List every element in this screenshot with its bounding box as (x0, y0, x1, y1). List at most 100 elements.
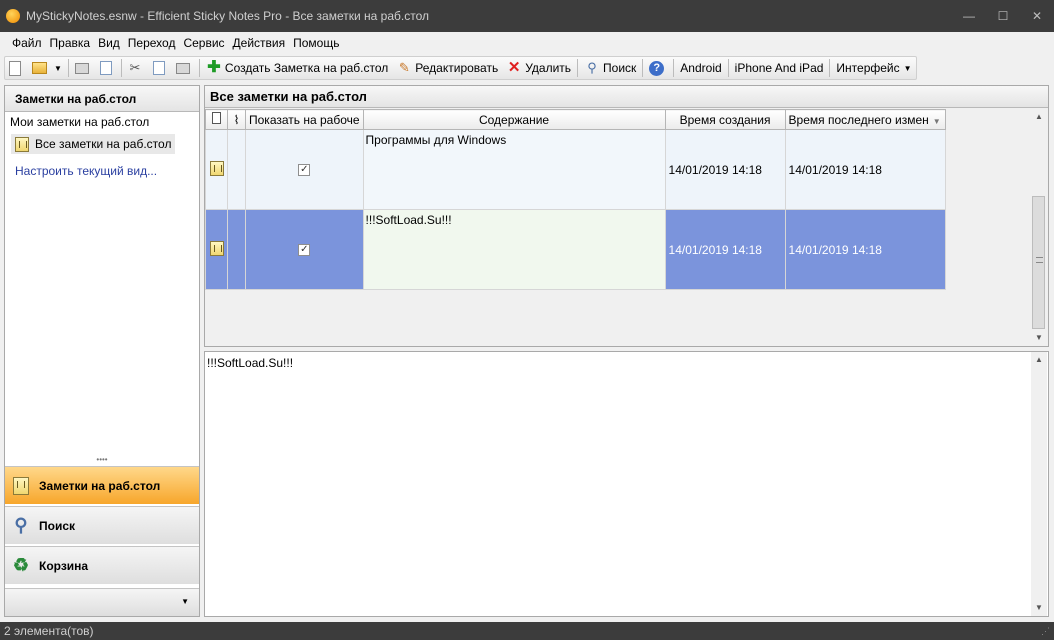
print-preview-icon (99, 61, 112, 75)
menu-file[interactable]: Файл (8, 36, 46, 50)
toolbar-separator (577, 59, 579, 77)
column-header-content[interactable]: Содержание (362, 109, 666, 130)
table-row[interactable]: ✓ Программы для Windows 14/01/2019 14:18… (205, 129, 946, 210)
window-title: MyStickyNotes.esnw - Efficient Sticky No… (26, 9, 429, 23)
grid-vertical-scrollbar[interactable]: ▲ ▼ (1031, 109, 1047, 346)
paste-icon (175, 62, 190, 74)
show-desktop-checkbox[interactable]: ✓ (298, 163, 311, 176)
new-button[interactable] (5, 57, 28, 79)
menu-go[interactable]: Переход (124, 36, 180, 50)
attachment-cell (227, 209, 246, 290)
chevron-down-icon: ▼ (181, 597, 189, 606)
paste-button[interactable] (172, 57, 197, 79)
nav-overflow-bar[interactable]: ▼ (5, 588, 199, 616)
menu-service[interactable]: Сервис (179, 36, 228, 50)
scroll-up-icon[interactable]: ▲ (1031, 109, 1047, 125)
sticky-note-icon (209, 240, 224, 256)
note-preview-panel[interactable]: !!!SoftLoad.Su!!! ▲ ▼ (204, 351, 1049, 617)
column-header-type[interactable] (205, 109, 228, 130)
column-header-modified[interactable]: Время последнего измен ▼ (784, 109, 946, 130)
notes-table: ⌇ Показать на рабоче Содержание Время со… (205, 109, 946, 290)
interface-dropdown[interactable]: Интерфейс ▼ (832, 57, 915, 79)
create-note-label: Создать Заметка на раб.стол (224, 61, 389, 75)
nav-recycle-bin[interactable]: ♻ Корзина (5, 546, 199, 584)
scissors-icon: ✂ (129, 60, 141, 75)
maximize-button[interactable]: ☐ (986, 0, 1020, 32)
scroll-thumb[interactable] (1032, 196, 1045, 329)
resize-grip-icon[interactable]: ⋰ (1041, 626, 1050, 637)
toolbar-separator (727, 59, 729, 77)
preview-vertical-scrollbar[interactable]: ▲ ▼ (1031, 352, 1047, 616)
modified-cell: 14/01/2019 14:18 (784, 209, 946, 290)
nav-desktop-notes[interactable]: Заметки на раб.стол (5, 466, 199, 504)
delete-button[interactable]: ✕ Удалить (502, 57, 575, 79)
menu-help[interactable]: Помощь (289, 36, 343, 50)
sort-descending-icon: ▼ (932, 116, 941, 126)
delete-icon: ✕ (507, 59, 521, 76)
column-header-attachment[interactable]: ⌇ (227, 109, 246, 130)
column-header-created[interactable]: Время создания (664, 109, 786, 130)
open-button[interactable]: ▼ (28, 57, 66, 79)
panel-splitter[interactable]: •••• (5, 456, 199, 464)
table-row-selected[interactable]: ✓ !!!SoftLoad.Su!!! 14/01/2019 14:18 14/… (205, 209, 946, 290)
attachment-cell (227, 129, 246, 210)
nav-search[interactable]: ⚲ Поиск (5, 506, 199, 544)
item-count: 2 элемента(тов) (4, 624, 94, 638)
new-document-icon (9, 60, 21, 76)
toolbar: ▼ ✂ ✚ Создать Заметка на раб.стол ✎ Реда… (0, 55, 1054, 81)
window-controls: — ☐ ✕ (952, 0, 1054, 32)
sticky-note-icon (209, 160, 224, 176)
iphone-button[interactable]: iPhone And iPad (731, 57, 828, 79)
toolbar-separator (829, 59, 831, 77)
menu-edit[interactable]: Правка (46, 36, 95, 50)
note-type-cell (205, 209, 228, 290)
chevron-down-icon: ▼ (903, 63, 912, 73)
search-button[interactable]: ⚲ Поиск (580, 57, 640, 79)
android-button[interactable]: Android (676, 57, 725, 79)
copy-button[interactable] (149, 57, 172, 79)
print-button[interactable] (71, 57, 96, 79)
navigation-panel: Заметки на раб.стол Мои заметки на раб.с… (4, 85, 200, 617)
edit-label: Редактировать (415, 61, 499, 75)
menu-bar: Файл Правка Вид Переход Сервис Действия … (0, 32, 1054, 54)
all-notes-item[interactable]: Все заметки на раб.стол (11, 134, 176, 154)
cut-button[interactable]: ✂ (124, 57, 149, 79)
edit-button[interactable]: ✎ Редактировать (392, 57, 502, 79)
recycle-bin-icon: ♻ (12, 555, 30, 575)
search-icon: ⚲ (587, 60, 597, 75)
my-notes-group[interactable]: Мои заметки на раб.стол (5, 112, 199, 132)
notes-icon (11, 476, 31, 496)
nav-search-label: Поиск (39, 518, 76, 533)
scroll-down-icon[interactable]: ▼ (1031, 330, 1047, 346)
create-note-button[interactable]: ✚ Создать Заметка на раб.стол (202, 57, 392, 79)
sticky-note-icon (15, 136, 29, 152)
toolbar-group: ▼ ✂ ✚ Создать Заметка на раб.стол ✎ Реда… (4, 56, 917, 80)
show-desktop-checkbox[interactable]: ✓ (298, 243, 311, 256)
print-preview-button[interactable] (96, 57, 119, 79)
help-button[interactable]: ? (645, 57, 671, 79)
menu-actions[interactable]: Действия (229, 36, 290, 50)
column-header-show-desktop[interactable]: Показать на рабоче (245, 109, 364, 130)
navigation-header: Заметки на раб.стол (5, 86, 199, 112)
nav-recycle-bin-label: Корзина (39, 558, 89, 573)
all-notes-label: Все заметки на раб.стол (35, 137, 172, 151)
scroll-up-icon[interactable]: ▲ (1031, 352, 1047, 368)
minimize-button[interactable]: — (952, 0, 986, 32)
show-desktop-cell: ✓ (245, 129, 364, 210)
close-button[interactable]: ✕ (1020, 0, 1054, 32)
note-type-cell (205, 129, 228, 210)
copy-icon (152, 61, 165, 75)
menu-view[interactable]: Вид (94, 36, 124, 50)
note-preview-text[interactable]: !!!SoftLoad.Su!!! (207, 356, 293, 370)
toolbar-separator (642, 59, 644, 77)
scroll-down-icon[interactable]: ▼ (1031, 600, 1047, 616)
column-header-modified-label: Время последнего измен (788, 112, 929, 127)
customize-view-link[interactable]: Настроить текущий вид... (15, 164, 157, 178)
title-bar: MyStickyNotes.esnw - Efficient Sticky No… (0, 0, 1054, 32)
chevron-down-icon: ▼ (54, 63, 62, 73)
show-desktop-cell: ✓ (245, 209, 364, 290)
modified-cell: 14/01/2019 14:18 (784, 129, 946, 210)
status-bar: 2 элемента(тов) ⋰ (0, 622, 1054, 640)
created-cell: 14/01/2019 14:18 (664, 209, 786, 290)
notes-grid-panel: Все заметки на раб.стол ⌇ Показать на ра… (204, 85, 1049, 347)
